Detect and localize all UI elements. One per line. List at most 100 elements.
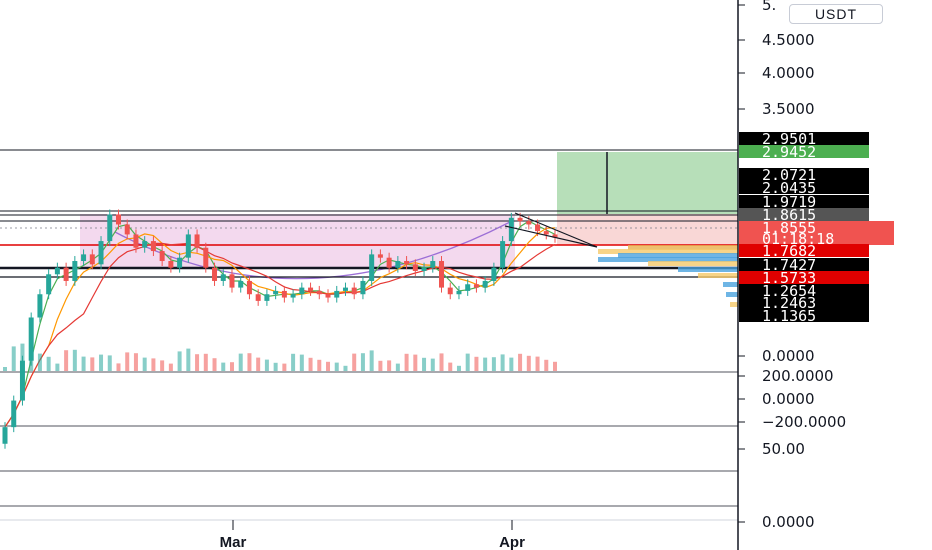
candle-body-43 — [377, 254, 383, 258]
volume-bar-62 — [544, 359, 549, 371]
candle-body-0 — [2, 427, 8, 444]
volume-bar-37 — [326, 361, 331, 371]
time-label-1: Apr — [499, 534, 525, 550]
volume-bar-1 — [11, 346, 16, 371]
volume-bar-30 — [264, 359, 269, 371]
moving-average-2 — [4, 242, 556, 428]
volume-bar-31 — [273, 362, 278, 371]
candle-body-19 — [168, 261, 174, 268]
volume-bars — [3, 343, 557, 371]
volume-bar-25 — [221, 362, 226, 371]
profile-bar-7 — [723, 282, 738, 287]
volume-bar-26 — [229, 362, 234, 371]
candle-body-1 — [11, 400, 17, 428]
candle-body-49 — [430, 261, 436, 268]
candle-body-60 — [526, 221, 532, 225]
candle-body-9 — [81, 254, 87, 262]
volume-bar-52 — [456, 365, 461, 371]
price-tick-label-3: 3.5000 — [762, 100, 815, 118]
candle-body-42 — [369, 254, 375, 281]
candle-body-24 — [212, 267, 218, 281]
countdown-label: 01:18:18 — [762, 230, 834, 248]
candle-body-46 — [404, 261, 410, 265]
volume-bar-33 — [291, 353, 296, 371]
candle-body-38 — [334, 290, 340, 298]
candle-body-44 — [386, 257, 392, 268]
volume-bar-60 — [526, 355, 531, 371]
candle-body-55 — [482, 280, 488, 288]
candle-body-31 — [273, 290, 279, 295]
candle-body-4 — [37, 294, 43, 318]
candle-body-57 — [500, 241, 506, 268]
candle-body-56 — [491, 267, 497, 281]
candle-body-11 — [98, 241, 104, 265]
volume-bar-16 — [142, 357, 147, 371]
volume-bar-38 — [334, 362, 339, 371]
time-label-0: Mar — [220, 534, 247, 550]
volume-bar-11 — [99, 354, 104, 371]
volume-bar-36 — [317, 359, 322, 371]
price-tick-label-1: 4.5000 — [762, 31, 815, 49]
candle-body-45 — [395, 261, 401, 268]
candle-body-28 — [246, 280, 252, 295]
candle-body-33 — [290, 294, 296, 298]
volume-bar-50 — [439, 353, 444, 371]
volume-bar-23 — [203, 353, 208, 371]
volume-bar-4 — [37, 353, 42, 371]
candle-body-23 — [203, 247, 209, 268]
candle-body-22 — [194, 234, 200, 248]
candle-body-18 — [159, 251, 165, 262]
candle-body-59 — [517, 217, 523, 222]
price-tag-label-1: 2.9452 — [762, 143, 816, 161]
volume-bar-40 — [352, 353, 357, 371]
candle-body-26 — [229, 274, 235, 288]
candle-body-34 — [299, 287, 305, 295]
candle-body-40 — [351, 287, 357, 295]
candle-body-29 — [255, 294, 261, 301]
volume-bar-18 — [160, 360, 165, 371]
candle-body-61 — [535, 224, 541, 232]
candle-body-41 — [360, 280, 366, 295]
volume-bar-7 — [64, 350, 69, 371]
volume-bar-59 — [518, 353, 523, 371]
volume-bar-49 — [430, 358, 435, 371]
pane-oscillator-label-1: 0.0000 — [762, 390, 815, 408]
trading-chart[interactable]: 5. 4.5000 4.0000 3.5000 0.0000 200.0000 0.0000… — [0, 0, 932, 550]
candle-body-37 — [325, 294, 331, 298]
volume-profile — [598, 245, 738, 307]
volume-bar-43 — [378, 360, 383, 371]
pane-volume-label-0: 0.0000 — [762, 347, 815, 365]
candle-body-25 — [220, 274, 226, 281]
candle-body-21 — [185, 234, 191, 258]
candle-body-53 — [465, 284, 471, 291]
volume-bar-24 — [212, 358, 217, 371]
volume-bar-63 — [553, 361, 557, 371]
volume-bar-17 — [151, 358, 156, 371]
volume-bar-32 — [282, 363, 287, 371]
candle-body-32 — [281, 290, 287, 298]
price-tags: 2.95012.94522.07212.04351.97191.86151.85… — [739, 130, 894, 325]
pane-oscillator-label-2: −200.0000 — [762, 413, 846, 431]
profile-bar-4 — [648, 261, 738, 266]
volume-bar-10 — [90, 357, 95, 371]
candle-body-47 — [412, 264, 418, 271]
price-tag-label-12: 1.1365 — [762, 307, 816, 325]
pane-rsi-label-0: 50.00 — [762, 440, 805, 458]
volume-bar-28 — [247, 353, 252, 371]
currency-badge[interactable]: USDT — [789, 4, 883, 24]
volume-bar-44 — [387, 360, 392, 371]
volume-bar-55 — [483, 357, 488, 371]
volume-bar-29 — [256, 357, 261, 371]
candle-body-54 — [473, 284, 479, 288]
candle-body-36 — [316, 290, 322, 295]
profile-bar-6 — [698, 273, 738, 278]
volume-bar-14 — [125, 352, 130, 371]
pane-separators — [0, 371, 738, 521]
candle-body-16 — [142, 241, 148, 248]
profile-bar-5 — [678, 267, 738, 272]
volume-bar-34 — [299, 354, 304, 371]
volume-bar-20 — [177, 351, 182, 371]
candle-body-48 — [421, 267, 427, 271]
volume-bar-47 — [413, 354, 418, 371]
time-axis[interactable]: Mar Apr — [220, 520, 525, 550]
